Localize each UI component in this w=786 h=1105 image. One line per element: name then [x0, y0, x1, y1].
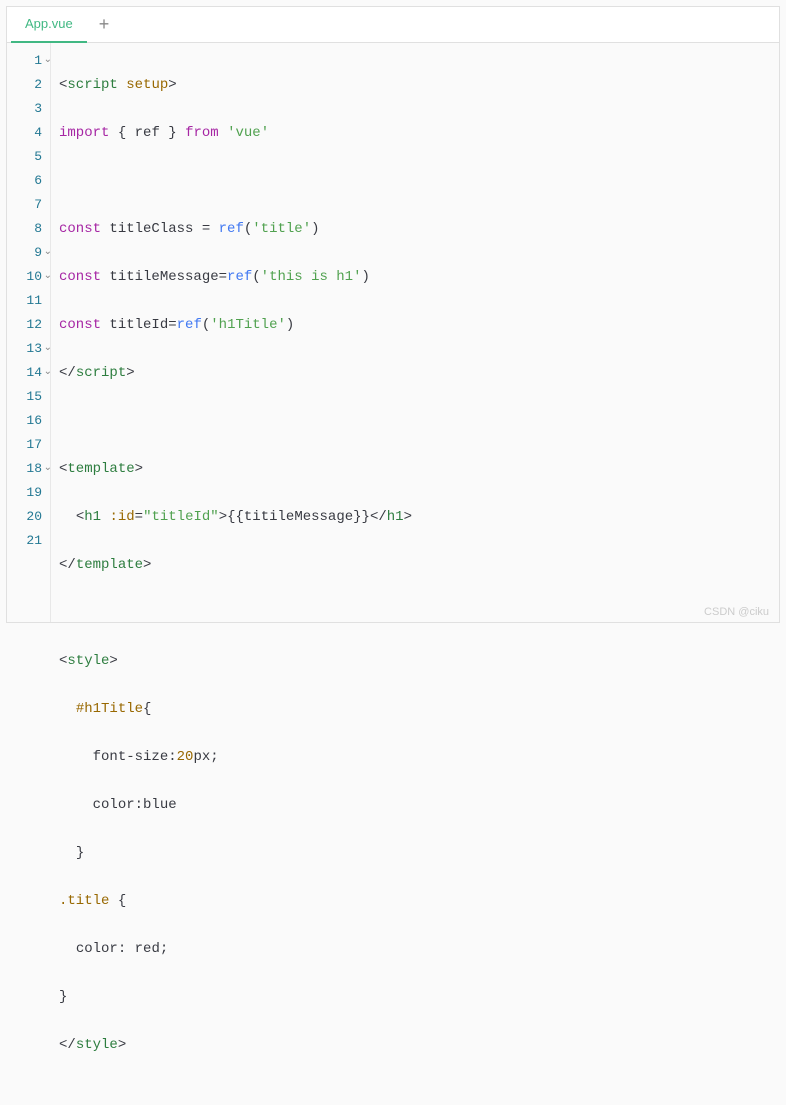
code-line: color:blue [59, 793, 779, 817]
line-number[interactable]: 17 [7, 433, 50, 457]
line-number[interactable]: 20 [7, 505, 50, 529]
code-line: .title { [59, 889, 779, 913]
code-line [59, 409, 779, 433]
line-number[interactable]: 9 [7, 241, 50, 265]
code-line: } [59, 841, 779, 865]
code-line: <h1 :id="titleId">{{titileMessage}}</h1> [59, 505, 779, 529]
line-number[interactable]: 11 [7, 289, 50, 313]
line-number[interactable]: 6 [7, 169, 50, 193]
line-number[interactable]: 2 [7, 73, 50, 97]
code-line: <style> [59, 649, 779, 673]
code-line: <script setup> [59, 73, 779, 97]
line-number[interactable]: 8 [7, 217, 50, 241]
code-line: const titleId=ref('h1Title') [59, 313, 779, 337]
code-line: </style> [59, 1033, 779, 1057]
editor-window: App.vue + 1 2 3 4 5 6 7 8 9 10 11 12 13 … [6, 6, 780, 623]
code-line: </template> [59, 553, 779, 577]
code-area: 1 2 3 4 5 6 7 8 9 10 11 12 13 14 15 16 1… [7, 43, 779, 622]
line-number[interactable]: 13 [7, 337, 50, 361]
line-number[interactable]: 5 [7, 145, 50, 169]
code-line: import { ref } from 'vue' [59, 121, 779, 145]
line-number[interactable]: 16 [7, 409, 50, 433]
tab-app-vue[interactable]: App.vue [11, 7, 87, 43]
code-line: <template> [59, 457, 779, 481]
line-number[interactable]: 18 [7, 457, 50, 481]
code-line: const titileMessage=ref('this is h1') [59, 265, 779, 289]
code-line [59, 169, 779, 193]
line-number[interactable]: 19 [7, 481, 50, 505]
line-number[interactable]: 10 [7, 265, 50, 289]
code-line: const titleClass = ref('title') [59, 217, 779, 241]
code-line: font-size:20px; [59, 745, 779, 769]
line-gutter: 1 2 3 4 5 6 7 8 9 10 11 12 13 14 15 16 1… [7, 43, 51, 622]
tab-bar: App.vue + [7, 7, 779, 43]
code-content[interactable]: <script setup> import { ref } from 'vue'… [51, 43, 779, 622]
line-number[interactable]: 4 [7, 121, 50, 145]
line-number[interactable]: 15 [7, 385, 50, 409]
line-number[interactable]: 14 [7, 361, 50, 385]
line-number[interactable]: 3 [7, 97, 50, 121]
code-line: #h1Title{ [59, 697, 779, 721]
code-line [59, 601, 779, 625]
code-line: color: red; [59, 937, 779, 961]
line-number[interactable]: 12 [7, 313, 50, 337]
line-number[interactable]: 21 [7, 529, 50, 553]
watermark: CSDN @ciku [704, 606, 769, 618]
line-number[interactable]: 7 [7, 193, 50, 217]
code-line: </script> [59, 361, 779, 385]
code-line: } [59, 985, 779, 1009]
line-number[interactable]: 1 [7, 49, 50, 73]
add-tab-button[interactable]: + [87, 14, 122, 35]
